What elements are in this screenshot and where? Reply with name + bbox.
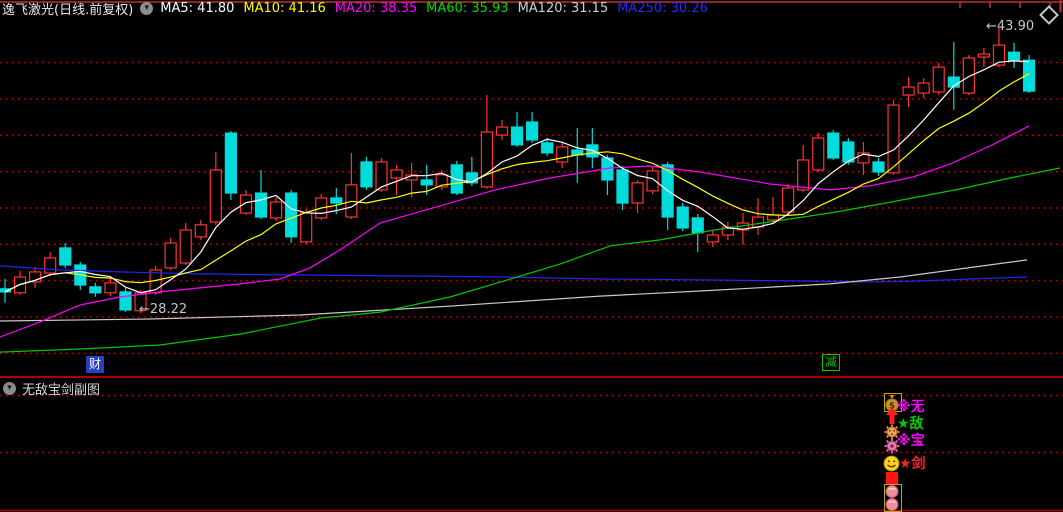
candle-up xyxy=(390,169,403,179)
chart-header: 逸飞激光(日线.前复权) ▾ MA5: 41.80 MA10: 41.16 MA20… xyxy=(2,1,708,18)
candle-up xyxy=(269,201,283,219)
red-block-icon xyxy=(886,472,898,484)
candle-up xyxy=(902,86,915,96)
smiley-icon xyxy=(883,455,900,472)
ma-label-ma250: MA250: 30.26 xyxy=(617,1,708,16)
candle-up xyxy=(706,234,719,243)
price-annotation: ←28.22 xyxy=(139,302,188,317)
candle-down xyxy=(525,121,539,141)
candle-up xyxy=(480,131,494,188)
candle-down xyxy=(224,132,237,194)
candle-up xyxy=(44,257,57,274)
candle-down xyxy=(691,217,704,234)
candle-up xyxy=(194,224,207,238)
stock-app-window: 逸飞激光(日线.前复权) ▾ MA5: 41.80 MA10: 41.16 MA20… xyxy=(0,0,1063,512)
ma-value-labels: MA5: 41.80 MA10: 41.16 MA20: 38.35 MA60: 35… xyxy=(160,1,708,16)
candle-down xyxy=(254,192,268,218)
candle-up xyxy=(209,169,222,223)
signal-label: ★剑 xyxy=(899,456,926,472)
ma-line-ma60 xyxy=(0,167,1061,353)
candle-down xyxy=(1007,51,1021,61)
candle-up xyxy=(932,66,945,93)
watermark-text: 减 xyxy=(822,354,841,371)
page-title: 逸飞激光(日线.前复权) xyxy=(2,3,134,18)
signal-label: ※宝 xyxy=(897,433,925,449)
candle-down xyxy=(676,206,689,229)
ma-line-ma10 xyxy=(4,73,1030,293)
candle-down xyxy=(360,161,373,188)
candle-up xyxy=(495,126,509,136)
candle-up xyxy=(164,242,177,269)
ma-label-ma10: MA10: 41.16 xyxy=(243,1,326,16)
signal-label: ★敌 xyxy=(897,416,924,432)
candle-down xyxy=(510,126,524,146)
ma-line-ma5 xyxy=(4,60,1030,294)
candle-up xyxy=(962,57,975,94)
candle-up xyxy=(631,182,644,204)
candle-up xyxy=(977,53,991,58)
price-annotation: ←43.90 xyxy=(986,19,1035,34)
candle-up xyxy=(917,82,930,94)
candle-up xyxy=(646,170,659,192)
candle-down xyxy=(541,142,554,154)
candle-down xyxy=(616,169,629,204)
ma-label-ma5: MA5: 41.80 xyxy=(160,1,235,16)
candle-up xyxy=(812,137,825,171)
subchart-header: ▾ 无敌宝剑副图 xyxy=(3,379,100,398)
candle-down xyxy=(285,192,298,238)
candle-up xyxy=(300,212,313,243)
candle-down xyxy=(827,132,840,159)
ma-label-ma120: MA120: 31.15 xyxy=(517,1,609,16)
candle-down xyxy=(330,197,343,204)
candle-down xyxy=(59,247,72,266)
chevron-down-icon[interactable]: ▾ xyxy=(3,382,16,395)
watermark-text: 财 xyxy=(86,356,105,373)
candle-down xyxy=(119,291,132,311)
candle-up xyxy=(239,194,253,214)
signal-label: ※无 xyxy=(897,399,925,415)
ma-label-ma20: MA20: 38.35 xyxy=(334,1,418,16)
candle-up xyxy=(797,159,810,191)
candle-up xyxy=(179,229,192,264)
candle-up xyxy=(104,282,117,294)
ma-label-ma60: MA60: 35.93 xyxy=(426,1,509,16)
candle-down xyxy=(872,161,885,173)
candle-down xyxy=(89,286,102,294)
candle-up xyxy=(782,187,795,213)
subchart-title: 无敌宝剑副图 xyxy=(22,383,101,398)
candle-up xyxy=(556,146,569,163)
candle-down xyxy=(420,179,433,186)
candle-up xyxy=(766,214,780,221)
chevron-down-icon[interactable]: ▾ xyxy=(140,2,154,15)
candy-ball-icon xyxy=(884,485,900,511)
